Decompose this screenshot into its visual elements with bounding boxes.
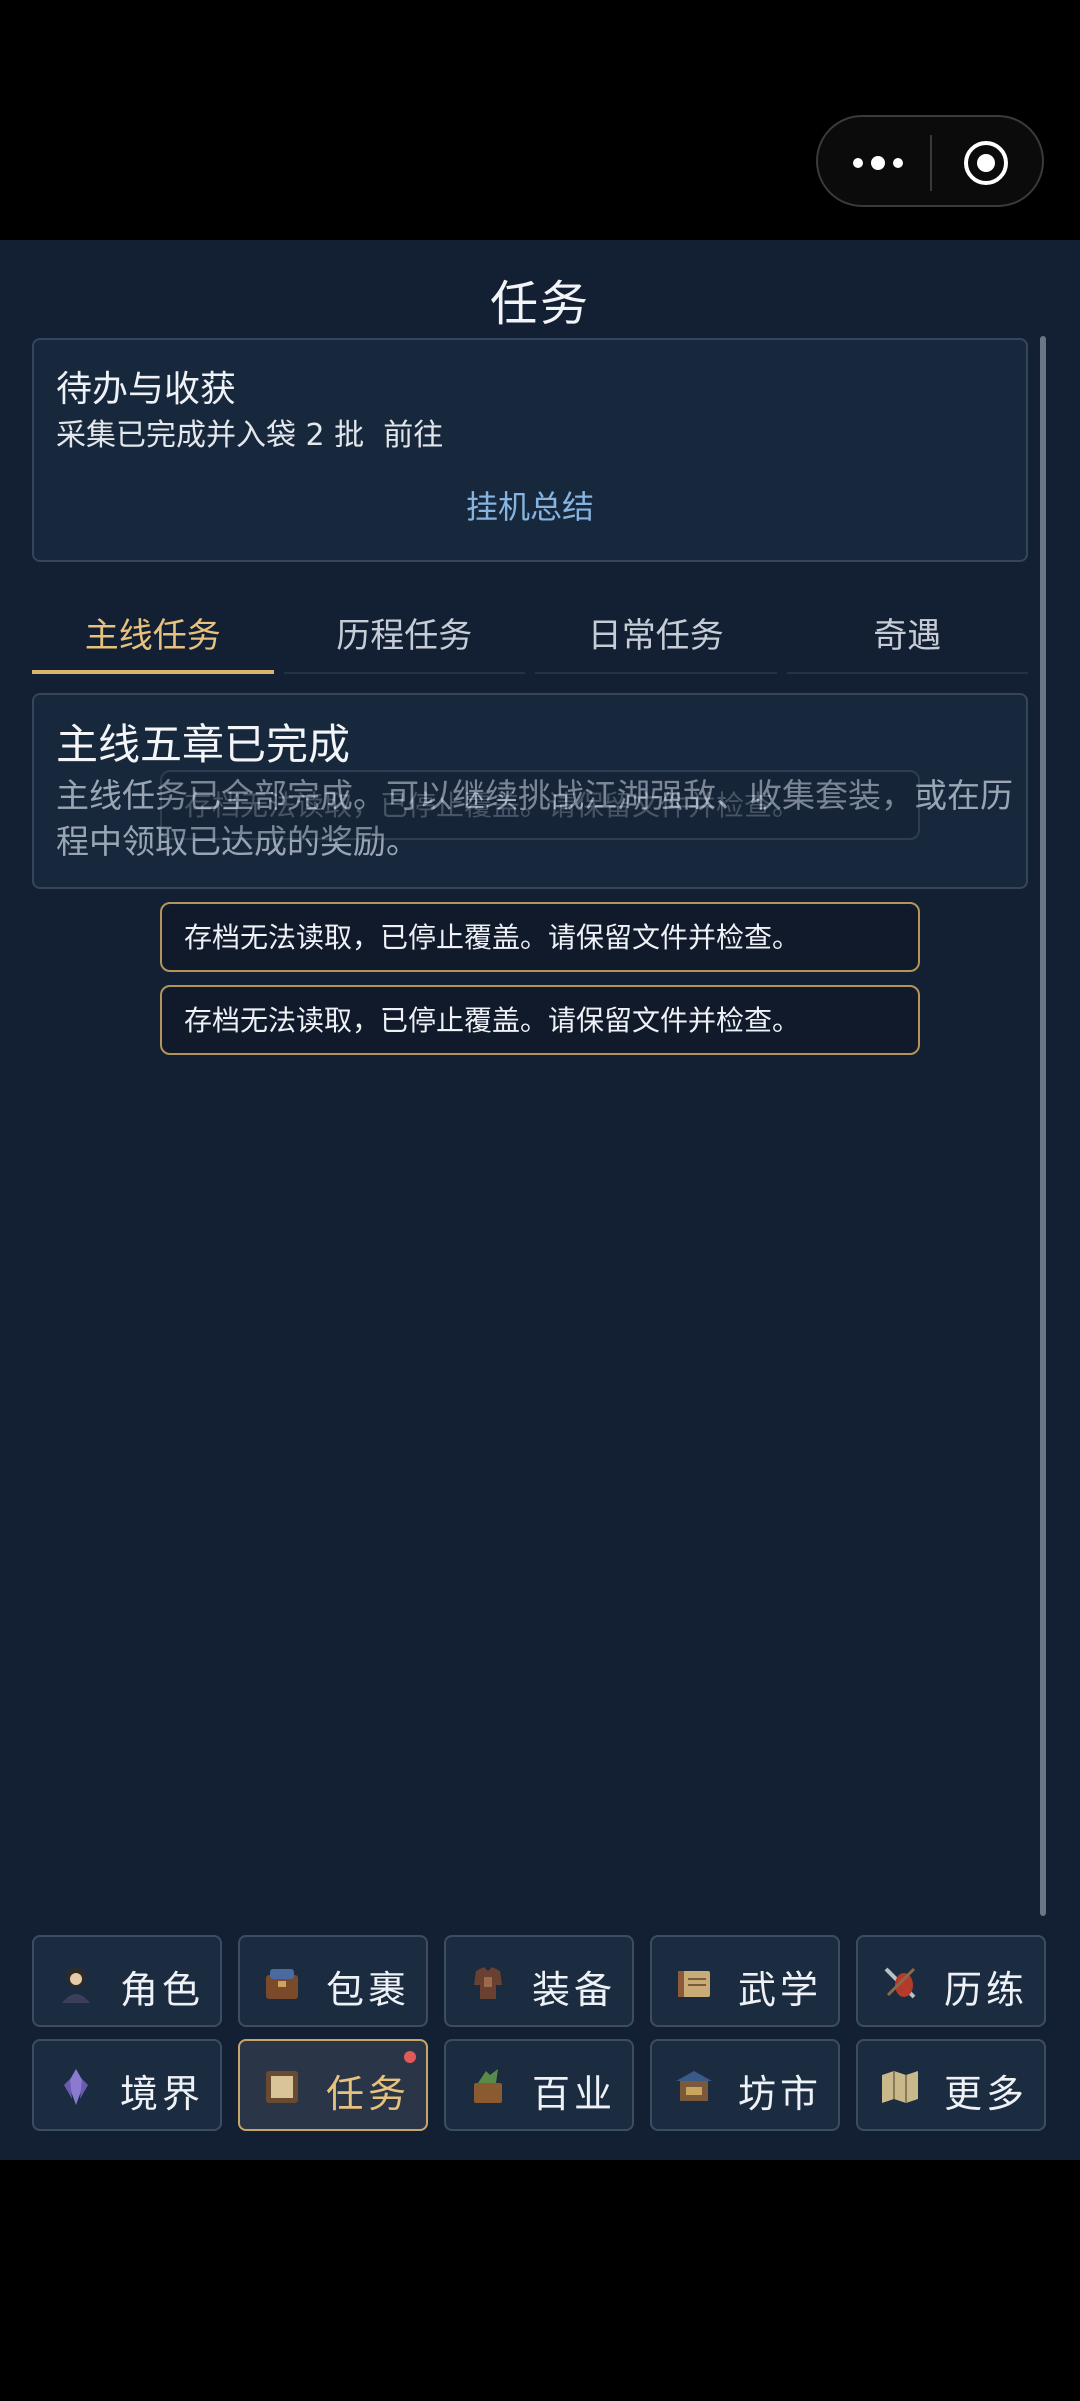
- nav-crafts-button[interactable]: 百业: [444, 2039, 634, 2131]
- tab-encounter[interactable]: 奇遇: [786, 590, 1029, 674]
- craft-chest-icon: [474, 2069, 502, 2103]
- todo-card: 待办与收获 采集已完成并入袋 2 批 前往 挂机总结: [32, 338, 1028, 562]
- nav-label: 境界: [120, 2072, 205, 2116]
- nav-label: 武学: [738, 1968, 823, 2012]
- scroll-book-icon: [678, 1971, 710, 1997]
- nav-label: 装备: [532, 1968, 617, 2012]
- nav-martial-arts-button[interactable]: 武学: [650, 1935, 840, 2027]
- nav-realm-button[interactable]: 境界: [32, 2039, 222, 2131]
- tab-daily-quest[interactable]: 日常任务: [535, 590, 777, 674]
- nav-label: 历练: [944, 1968, 1029, 2012]
- nav-label: 包裹: [326, 1968, 411, 2012]
- more-dots-icon[interactable]: [848, 145, 908, 181]
- nav-label: 任务: [326, 2072, 411, 2116]
- nav-bag-button[interactable]: 包裹: [238, 1935, 428, 2027]
- crystal-icon: [64, 2069, 88, 2105]
- page-title: 任务: [489, 276, 590, 332]
- target-circle-icon[interactable]: [962, 139, 1010, 187]
- nav-equipment-button[interactable]: 装备: [444, 1935, 634, 2027]
- todo-harvest-line[interactable]: 采集已完成并入袋 2 批 前往: [56, 410, 443, 454]
- app-screen: 任务 待办与收获 采集已完成并入袋 2 批 前往 挂机总结 主线任务 历程任务 …: [0, 240, 1080, 2160]
- map-icon: [882, 2071, 918, 2103]
- crossed-weapons-icon: [884, 1967, 916, 1999]
- tab-main-quest[interactable]: 主线任务: [32, 590, 274, 674]
- quest-tabs: 主线任务 历程任务 日常任务 奇遇: [32, 590, 1028, 674]
- notification-badge: [404, 2051, 416, 2063]
- toast-message: 存档无法读取，已停止覆盖。请保留文件并检查。: [160, 770, 920, 840]
- nav-more-button[interactable]: 更多: [856, 2039, 1046, 2131]
- nav-character-button[interactable]: 角色: [32, 1935, 222, 2027]
- mini-program-capsule: [816, 115, 1044, 207]
- bottom-safe-area: [0, 2160, 1080, 2401]
- nav-market-button[interactable]: 坊市: [650, 2039, 840, 2131]
- market-stall-icon: [676, 2071, 712, 2101]
- armor-icon: [474, 1967, 502, 1999]
- idle-summary-link[interactable]: 挂机总结: [34, 482, 1026, 528]
- todo-title: 待办与收获: [56, 369, 237, 410]
- nav-label: 百业: [532, 2072, 617, 2116]
- scrollbar[interactable]: [1040, 336, 1046, 1916]
- nav-quest-button[interactable]: 任务: [238, 2039, 428, 2131]
- character-portrait-icon: [62, 1967, 90, 2003]
- nav-training-button[interactable]: 历练: [856, 1935, 1046, 2027]
- capsule-divider: [930, 135, 932, 191]
- nav-label: 坊市: [738, 2072, 823, 2116]
- tab-journey-quest[interactable]: 历程任务: [283, 590, 526, 674]
- quest-scroll-icon: [266, 2071, 298, 2103]
- status-bar-area: [0, 0, 1080, 240]
- nav-label: 更多: [944, 2072, 1029, 2116]
- quest-title: 主线五章已完成: [56, 720, 351, 769]
- bag-icon: [266, 1969, 298, 1999]
- nav-label: 角色: [120, 1968, 205, 2012]
- toast-message: 存档无法读取，已停止覆盖。请保留文件并检查。: [160, 985, 920, 1055]
- toast-message: 存档无法读取，已停止覆盖。请保留文件并检查。: [160, 902, 920, 972]
